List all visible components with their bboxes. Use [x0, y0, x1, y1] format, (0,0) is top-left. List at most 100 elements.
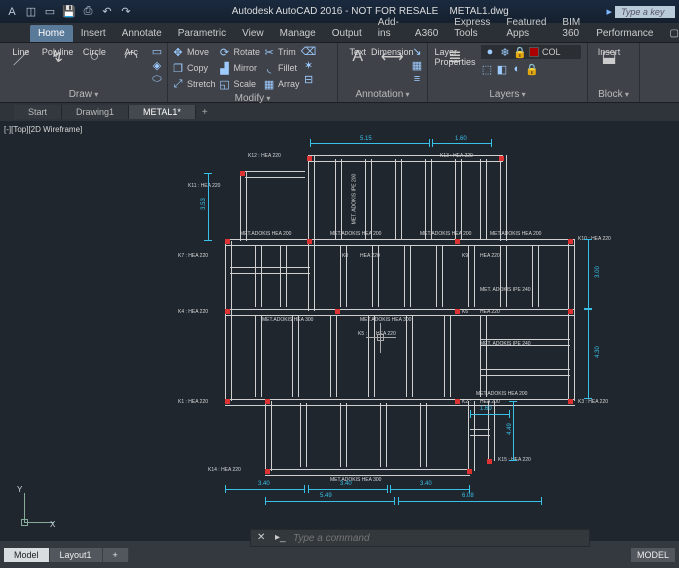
beam: [532, 245, 539, 307]
ellipse-icon[interactable]: ⬭: [151, 73, 163, 85]
array-button[interactable]: ▦Array: [263, 77, 300, 91]
layer-properties-button[interactable]: ≣Layer Properties: [432, 45, 478, 69]
panel-label-layers[interactable]: Layers: [432, 87, 583, 100]
save-icon[interactable]: 💾: [61, 4, 77, 20]
doc-tab-drawing1[interactable]: Drawing1: [62, 105, 129, 119]
connection-marker: [225, 309, 230, 314]
dim-line: [470, 414, 510, 415]
command-line[interactable]: ✕ ▸_: [250, 529, 590, 547]
crosshair-box: [377, 334, 384, 341]
fillet-icon: ◟: [263, 62, 275, 74]
beam: [225, 241, 232, 401]
panel-label-draw[interactable]: Draw: [4, 87, 163, 100]
beam: [292, 315, 299, 397]
command-input[interactable]: [293, 533, 583, 544]
drawing-canvas[interactable]: [-][Top][2D Wireframe] 5.15 1.60 K12 : H…: [0, 121, 679, 541]
insert-button[interactable]: ⬓Insert: [592, 45, 626, 69]
stretch-button[interactable]: ⤢Stretch: [172, 77, 216, 91]
circle-button[interactable]: ○Circle: [78, 45, 112, 69]
panel-label-modify[interactable]: Modify: [172, 91, 333, 104]
tab-insert[interactable]: Insert: [73, 25, 114, 42]
scale-button[interactable]: ◱Scale: [219, 77, 261, 91]
beam: [395, 159, 402, 239]
layer-lock-icon[interactable]: 🔒: [526, 63, 538, 75]
beam: [335, 159, 342, 239]
close-cmd-icon[interactable]: ✕: [257, 532, 269, 544]
layer-match-icon[interactable]: ⬚: [481, 63, 493, 75]
layout-tab-layout1[interactable]: Layout1: [50, 548, 103, 562]
dimension-button[interactable]: ⟷Dimension: [377, 45, 409, 69]
lock-icon: 🔒: [514, 46, 526, 58]
beam-label: MET.ADOKIS HEA 300: [360, 317, 411, 323]
connection-marker: [240, 171, 245, 176]
beam-label: K12 : HEA 220: [248, 153, 281, 159]
polyline-button[interactable]: ↯Polyline: [41, 45, 75, 69]
beam-label: K3 : HEA 220: [578, 399, 608, 405]
doc-tab-start[interactable]: Start: [14, 105, 62, 119]
tab-output[interactable]: Output: [324, 25, 370, 42]
connection-marker: [499, 156, 504, 161]
line-button[interactable]: ／Line: [4, 45, 38, 69]
tab-featured[interactable]: Featured Apps: [498, 14, 554, 42]
erase-icon[interactable]: ⌫: [303, 45, 315, 57]
table-icon[interactable]: ▦: [411, 59, 423, 71]
app-icon[interactable]: A: [4, 4, 20, 20]
panel-label-annotation[interactable]: Annotation: [342, 87, 423, 100]
layout-tab-add[interactable]: +: [103, 548, 129, 562]
trim-button[interactable]: ✂Trim: [263, 45, 300, 59]
offset-icon[interactable]: ⊟: [303, 73, 315, 85]
print-icon[interactable]: ⎙: [80, 4, 96, 20]
tab-annotate[interactable]: Annotate: [114, 25, 170, 42]
tab-performance[interactable]: Performance: [588, 25, 661, 42]
tab-bim360[interactable]: BIM 360: [554, 14, 588, 42]
beam: [255, 245, 262, 307]
undo-icon[interactable]: ↶: [99, 4, 115, 20]
panel-label-block[interactable]: Block: [592, 87, 635, 100]
connection-marker: [307, 239, 312, 244]
status-mode[interactable]: MODEL: [631, 548, 675, 562]
search-box[interactable]: Type a key: [615, 6, 675, 18]
doc-tab-add[interactable]: +: [196, 105, 214, 120]
doc-tab-metal1[interactable]: METAL1*: [129, 105, 196, 119]
beam-label: MET. ADOKIS IPE 200: [351, 174, 357, 225]
tab-a360[interactable]: A360: [407, 25, 446, 42]
connection-marker: [568, 399, 573, 404]
tab-view[interactable]: View: [234, 25, 272, 42]
tab-home[interactable]: Home: [30, 25, 73, 42]
layer-off-icon[interactable]: ◐: [511, 63, 523, 75]
cmd-prompt-icon: ▸_: [275, 532, 287, 544]
tab-express[interactable]: Express Tools: [446, 14, 498, 42]
beam: [380, 403, 387, 467]
arc-button[interactable]: ◠Arc: [114, 45, 148, 69]
beam-label: MET.ADOKIS HEA 300: [330, 477, 381, 483]
layout-tab-model[interactable]: Model: [4, 548, 50, 562]
new-icon[interactable]: ◫: [23, 4, 39, 20]
dim-line: [308, 489, 388, 490]
help-arrow-icon[interactable]: ▸: [606, 5, 612, 18]
copy-button[interactable]: ❐Copy: [172, 61, 216, 75]
tab-addins[interactable]: Add-ins: [370, 14, 407, 42]
fillet-button[interactable]: ◟Fillet: [263, 61, 300, 75]
explode-icon[interactable]: ✶: [303, 59, 315, 71]
layer-iso-icon[interactable]: ◧: [496, 63, 508, 75]
tab-parametric[interactable]: Parametric: [170, 25, 234, 42]
ribbon-min-icon[interactable]: ▢: [661, 25, 679, 42]
viewport-state[interactable]: [-][Top][2D Wireframe]: [4, 125, 82, 134]
redo-icon[interactable]: ↷: [118, 4, 134, 20]
rotate-button[interactable]: ⟳Rotate: [219, 45, 261, 59]
open-icon[interactable]: ▭: [42, 4, 58, 20]
tab-manage[interactable]: Manage: [272, 25, 324, 42]
beam: [455, 159, 462, 239]
layer-dropdown[interactable]: ● ❄ 🔒 COL: [481, 45, 581, 59]
rect-icon[interactable]: ▭: [151, 45, 163, 57]
hatch-icon[interactable]: ◈: [151, 59, 163, 71]
ucs-icon[interactable]: Y X: [12, 487, 56, 531]
dim-line: [310, 143, 430, 144]
ribbon: ／Line ↯Polyline ○Circle ◠Arc ▭ ◈ ⬭ Draw …: [0, 43, 679, 103]
mirror-button[interactable]: ▟Mirror: [219, 61, 261, 75]
move-button[interactable]: ✥Move: [172, 45, 216, 59]
layer-tools-row[interactable]: ⬚ ◧ ◐ 🔒: [481, 62, 581, 76]
mtext-icon[interactable]: ≡: [411, 73, 423, 85]
beam: [330, 315, 337, 397]
text-button[interactable]: AText: [342, 45, 374, 69]
